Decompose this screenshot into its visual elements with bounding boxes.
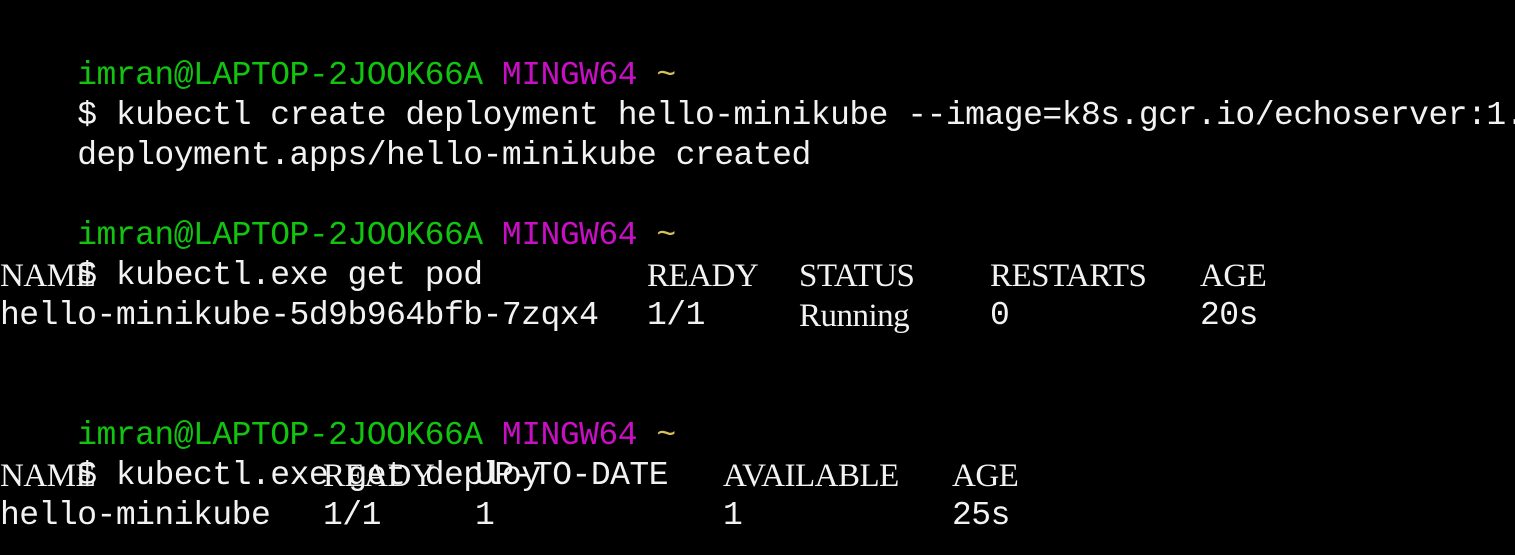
prompt-line: imran@LAPTOP-2JOOK66A MINGW64 ~ — [0, 376, 676, 454]
output-text: deployment.apps/hello-minikube created — [77, 137, 811, 174]
pod-table-header: NAME READY STATUS RESTARTS AGE — [0, 256, 1515, 296]
header-cell: NAME — [0, 458, 96, 494]
deploy-table-row: hello-minikube 1/1 1 1 25s — [0, 496, 1515, 536]
header-cell: RESTARTS — [990, 258, 1147, 294]
prompt-cwd: ~ — [656, 417, 676, 454]
prompt-line: imran@LAPTOP-2JOOK66A MINGW64 ~ — [0, 176, 676, 254]
prompt-cwd: ~ — [656, 217, 676, 254]
table-cell: hello-minikube — [0, 497, 271, 534]
table-cell: 1/1 — [323, 497, 381, 534]
table-cell: 1 — [723, 497, 743, 534]
prompt-line: imran@LAPTOP-2JOOK66A MINGW64 ~ — [0, 16, 676, 94]
header-cell: STATUS — [799, 258, 915, 294]
table-cell: 1 — [475, 497, 495, 534]
command-line: $ kubectl create deployment hello-miniku… — [0, 56, 1515, 134]
table-cell: 1/1 — [647, 297, 705, 334]
command-line: $ kubectl.exe get pod — [0, 216, 483, 294]
header-cell: READY — [323, 458, 435, 494]
prompt-system: MINGW64 — [501, 217, 638, 254]
command-output: deployment.apps/hello-minikube created — [0, 96, 811, 174]
table-cell: 20s — [1200, 297, 1258, 334]
deploy-table-header: NAME READY UP-TO-DATE AVAILABLE AGE — [0, 456, 1515, 496]
header-cell: AGE — [1200, 258, 1267, 294]
table-cell: 0 — [990, 297, 1010, 334]
pod-table-row: hello-minikube-5d9b964bfb-7zqx4 1/1 Runn… — [0, 296, 1515, 336]
table-cell: 25s — [952, 497, 1010, 534]
table-cell: Running — [799, 298, 910, 334]
terminal-window[interactable]: imran@LAPTOP-2JOOK66A MINGW64 ~ $ kubect… — [0, 0, 1515, 555]
header-cell: AVAILABLE — [723, 458, 899, 494]
header-cell: UP-TO-DATE — [475, 457, 669, 494]
command-line: $ kubectl.exe get deploy — [0, 416, 541, 494]
table-cell: hello-minikube-5d9b964bfb-7zqx4 — [0, 297, 599, 334]
header-cell: NAME — [0, 258, 96, 294]
header-cell: READY — [647, 258, 759, 294]
header-cell: AGE — [952, 458, 1019, 494]
